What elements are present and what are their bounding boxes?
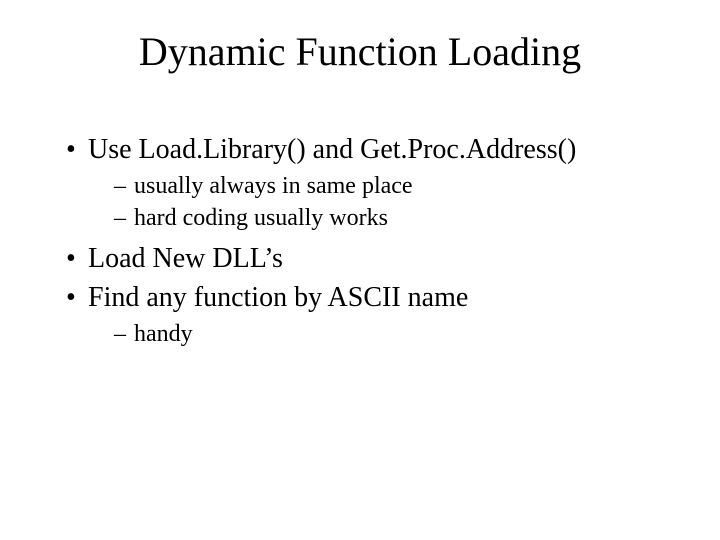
- sub-bullet-item: –hard coding usually works: [114, 203, 660, 233]
- bullet-text: Use Load.Library() and Get.Proc.Address(…: [88, 134, 576, 165]
- slide-body: •Use Load.Library() and Get.Proc.Address…: [66, 132, 660, 351]
- bullet-item: •Find any function by ASCII name: [66, 280, 660, 315]
- dash-icon: –: [114, 319, 134, 349]
- sub-bullet-text: usually always in same place: [134, 173, 413, 199]
- sub-bullet-text: hard coding usually works: [134, 205, 388, 231]
- bullet-text: Find any function by ASCII name: [88, 282, 468, 313]
- bullet-icon: •: [66, 280, 88, 315]
- sub-bullet-text: handy: [134, 321, 193, 347]
- slide-title: Dynamic Function Loading: [0, 28, 720, 75]
- bullet-item: •Load New DLL’s: [66, 241, 660, 276]
- dash-icon: –: [114, 171, 134, 201]
- bullet-icon: •: [66, 132, 88, 167]
- dash-icon: –: [114, 203, 134, 233]
- bullet-icon: •: [66, 241, 88, 276]
- slide: Dynamic Function Loading •Use Load.Libra…: [0, 0, 720, 540]
- bullet-item: •Use Load.Library() and Get.Proc.Address…: [66, 132, 660, 167]
- sub-bullet-item: –handy: [114, 319, 660, 349]
- sub-bullet-item: –usually always in same place: [114, 171, 660, 201]
- bullet-text: Load New DLL’s: [88, 243, 283, 274]
